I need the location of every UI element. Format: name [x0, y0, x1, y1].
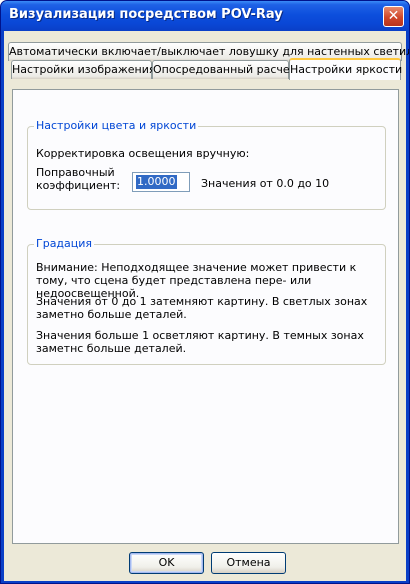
tab-light-trap-label: Автоматически включает/выключает ловушку… [9, 45, 410, 58]
gradation-below-one-text: Значения от 0 до 1 затемняют картину. В … [36, 295, 368, 321]
color-brightness-group: Настройки цвета и яркости Корректировка … [27, 119, 386, 210]
cancel-button-label: Отмена [226, 556, 271, 569]
tab-row-front: Настройки изображения Опосредованный рас… [8, 58, 404, 80]
coefficient-label-line1: Поправочный [36, 166, 115, 179]
tab-indirect-calc[interactable]: Опосредованный расчет [152, 60, 296, 79]
title-bar[interactable]: Визуализация посредством POV-Ray ✕ [1, 1, 409, 31]
ok-button[interactable]: OK [129, 552, 204, 574]
cancel-button[interactable]: Отмена [211, 552, 286, 574]
tab-panel-brightness: Настройки цвета и яркости Корректировка … [12, 89, 399, 544]
close-icon: ✕ [387, 8, 400, 24]
coefficient-label-line2: коэффициент: [36, 179, 121, 192]
coefficient-range-hint: Значения от 0.0 до 10 [201, 177, 330, 190]
tab-indirect-calc-label: Опосредованный расчет [153, 63, 297, 76]
coefficient-input[interactable]: 1.0000 [132, 172, 190, 192]
coefficient-value: 1.0000 [136, 175, 177, 189]
tab-brightness-settings-label: Настройки яркости [290, 63, 403, 76]
gradation-above-one-text: Значения больше 1 осветляют картину. В т… [36, 329, 364, 355]
dialog-window: Визуализация посредством POV-Ray ✕ Автом… [0, 0, 410, 584]
manual-correction-label: Корректировка освещения вручную: [36, 147, 250, 160]
gradation-group: Градация Внимание: Неподходящее значение… [27, 237, 386, 365]
gradation-group-title: Градация [34, 237, 95, 250]
close-button[interactable]: ✕ [383, 6, 404, 27]
color-brightness-group-title: Настройки цвета и яркости [34, 119, 199, 132]
tab-image-settings[interactable]: Настройки изображения [11, 60, 156, 79]
tab-brightness-settings[interactable]: Настройки яркости [289, 58, 403, 80]
ok-button-label: OK [158, 556, 175, 569]
dialog-client-area: Автоматически включает/выключает ловушку… [4, 31, 409, 581]
tab-image-settings-label: Настройки изображения [12, 63, 156, 76]
window-title: Визуализация посредством POV-Ray [9, 7, 283, 22]
